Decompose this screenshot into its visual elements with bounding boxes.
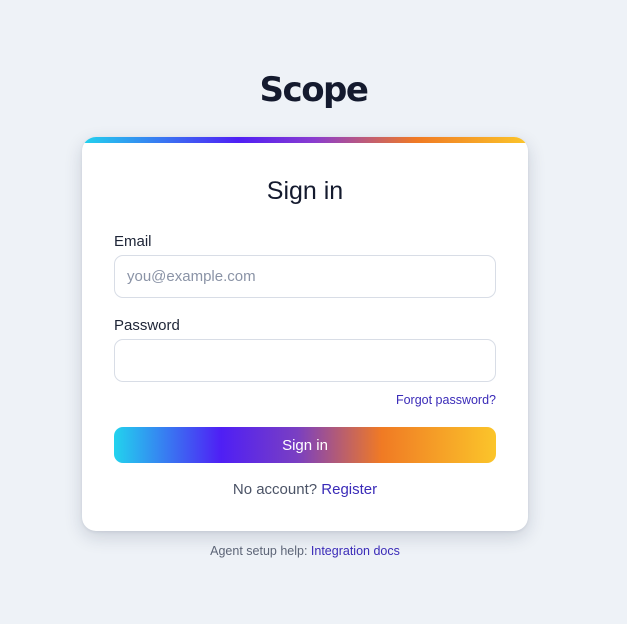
login-page: Scope Sign in Email Password Forgot pass… xyxy=(0,0,627,624)
page-title: Sign in xyxy=(266,177,344,205)
logo: Scope xyxy=(259,70,369,110)
email-label: Email xyxy=(114,233,152,250)
card-gradient-bar xyxy=(82,137,528,143)
no-account-text: No account? xyxy=(232,481,322,498)
integration-docs-link[interactable]: Integration docs xyxy=(311,544,400,558)
password-label: Password xyxy=(114,317,180,334)
email-field[interactable] xyxy=(114,255,496,298)
forgot-password-link[interactable]: Forgot password? xyxy=(396,392,496,408)
signin-card: Sign in Email Password Forgot password? … xyxy=(82,137,528,531)
password-field[interactable] xyxy=(114,339,496,382)
footer-help: Agent setup help: Integration docs xyxy=(0,543,610,559)
register-row: No account? Register xyxy=(82,480,528,500)
register-link[interactable]: Register xyxy=(321,481,377,498)
help-text: Agent setup help: xyxy=(210,544,311,558)
signin-button[interactable]: Sign in xyxy=(114,427,496,463)
